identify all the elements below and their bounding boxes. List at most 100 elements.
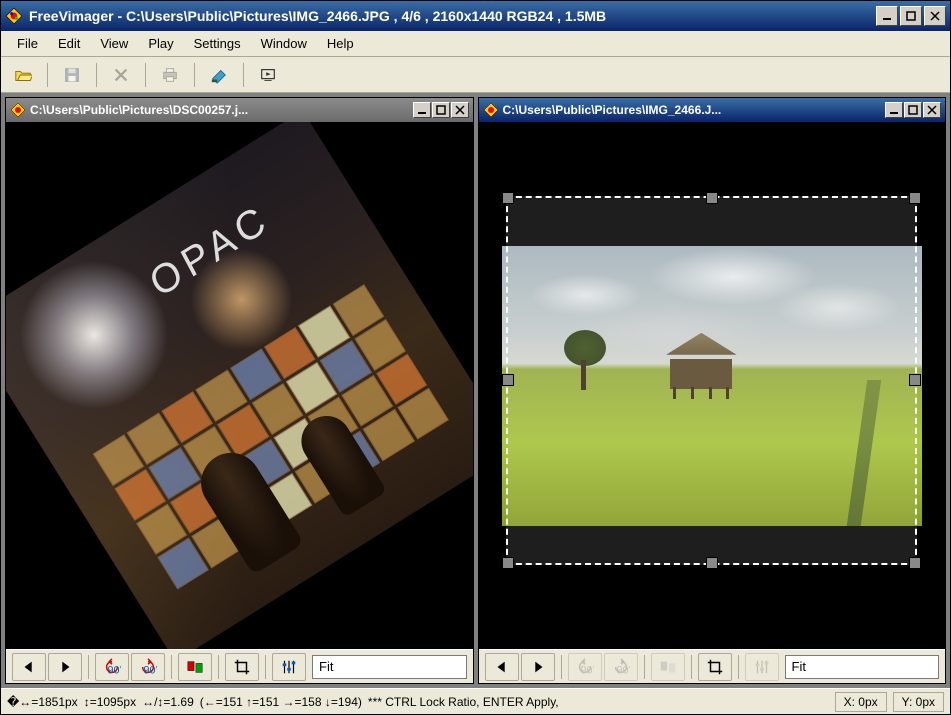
handle-bc[interactable] [706,557,718,569]
zoom-mode-left[interactable]: Fit [312,655,467,679]
crop-button[interactable] [698,653,732,681]
menu-play[interactable]: Play [138,33,183,54]
next-icon [529,658,547,676]
delete-icon [112,66,130,84]
status-ratio: ↔/↕=1.69 [142,695,194,709]
status-hint: *** CTRL Lock Ratio, ENTER Apply, [368,695,559,709]
status-y: Y: 0px [893,692,944,712]
rotate-ccw-button[interactable]: 90° [568,653,602,681]
child-titlebar-right[interactable]: C:\Users\Public\Pictures\IMG_2466.J... [479,98,946,122]
rotate-ccw-icon: 90° [576,658,594,676]
main-toolbar [1,57,950,93]
handle-bl[interactable] [502,557,514,569]
slideshow-icon [259,66,277,84]
handle-tc[interactable] [706,192,718,204]
child-minimize-right[interactable] [885,102,903,118]
crop-icon [233,658,251,676]
child-window-left: C:\Users\Public\Pictures\DSC00257.j... O… [5,97,474,684]
child-toolbar-left: 90° 90° Fit [6,649,473,683]
image-left: OPAC [6,122,473,649]
status-margins: (←=151 ↑=151 →=158 ↓=194) [200,695,362,709]
window-controls [876,6,946,26]
print-button[interactable] [154,61,186,89]
adjust-icon [280,658,298,676]
child-titlebar-left[interactable]: C:\Users\Public\Pictures\DSC00257.j... [6,98,473,122]
menu-help[interactable]: Help [317,33,364,54]
status-width: �↔=1851px [7,695,78,709]
menu-settings[interactable]: Settings [184,33,251,54]
child-close-left[interactable] [451,102,469,118]
statusbar: �↔=1851px ↕=1095px ↔/↕=1.69 (←=151 ↑=151… [1,688,950,714]
handle-tl[interactable] [502,192,514,204]
child-window-right: C:\Users\Public\Pictures\IMG_2466.J... [478,97,947,684]
handle-mr[interactable] [909,374,921,386]
next-icon [56,658,74,676]
slideshow-button[interactable] [252,61,284,89]
main-titlebar: FreeVimager - C:\Users\Public\Pictures\I… [1,1,950,31]
crop-icon [706,658,724,676]
rotate-ccw-button[interactable]: 90° [95,653,129,681]
child-minimize-left[interactable] [413,102,431,118]
child-title-left: C:\Users\Public\Pictures\DSC00257.j... [30,103,413,117]
doc-icon [483,102,499,118]
rotate-cw-icon: 90° [139,658,157,676]
child-close-right[interactable] [923,102,941,118]
image-viewport-right[interactable] [479,122,946,649]
compare-button[interactable] [178,653,212,681]
child-maximize-right[interactable] [904,102,922,118]
save-icon [63,66,81,84]
doc-icon [10,102,26,118]
child-maximize-left[interactable] [432,102,450,118]
minimize-button[interactable] [876,6,898,26]
menu-window[interactable]: Window [251,33,317,54]
next-button[interactable] [48,653,82,681]
svg-text:90°: 90° [616,664,630,676]
prev-button[interactable] [12,653,46,681]
open-button[interactable] [7,61,39,89]
adjust-button[interactable] [745,653,779,681]
crop-selection[interactable] [506,196,917,565]
menu-file[interactable]: File [7,33,48,54]
adjust-icon [753,658,771,676]
image-viewport-left[interactable]: OPAC [6,122,473,649]
app-icon [5,7,23,25]
child-title-right: C:\Users\Public\Pictures\IMG_2466.J... [503,103,886,117]
menu-view[interactable]: View [90,33,138,54]
svg-text:90°: 90° [580,664,594,676]
compare-button[interactable] [651,653,685,681]
svg-text:90°: 90° [108,664,122,676]
scan-icon [210,66,228,84]
mdi-client-area: C:\Users\Public\Pictures\DSC00257.j... O… [1,93,950,688]
scan-button[interactable] [203,61,235,89]
rotate-cw-button[interactable]: 90° [604,653,638,681]
rotate-cw-icon: 90° [612,658,630,676]
maximize-button[interactable] [900,6,922,26]
delete-button[interactable] [105,61,137,89]
prev-icon [493,658,511,676]
app-title: FreeVimager - C:\Users\Public\Pictures\I… [29,8,876,24]
compare-icon [186,658,204,676]
status-height: ↕=1095px [84,695,136,709]
menubar: File Edit View Play Settings Window Help [1,31,950,57]
zoom-mode-right[interactable]: Fit [785,655,940,679]
rotate-cw-button[interactable]: 90° [131,653,165,681]
save-button[interactable] [56,61,88,89]
menu-edit[interactable]: Edit [48,33,90,54]
prev-icon [20,658,38,676]
close-button[interactable] [924,6,946,26]
open-icon [14,66,32,84]
handle-br[interactable] [909,557,921,569]
next-button[interactable] [521,653,555,681]
adjust-button[interactable] [272,653,306,681]
handle-ml[interactable] [502,374,514,386]
app-window: FreeVimager - C:\Users\Public\Pictures\I… [0,0,951,715]
prev-button[interactable] [485,653,519,681]
crop-button[interactable] [225,653,259,681]
svg-text:90°: 90° [144,664,158,676]
handle-tr[interactable] [909,192,921,204]
rotate-ccw-icon: 90° [103,658,121,676]
compare-icon [659,658,677,676]
child-toolbar-right: 90° 90° Fit [479,649,946,683]
status-x: X: 0px [835,692,887,712]
print-icon [161,66,179,84]
